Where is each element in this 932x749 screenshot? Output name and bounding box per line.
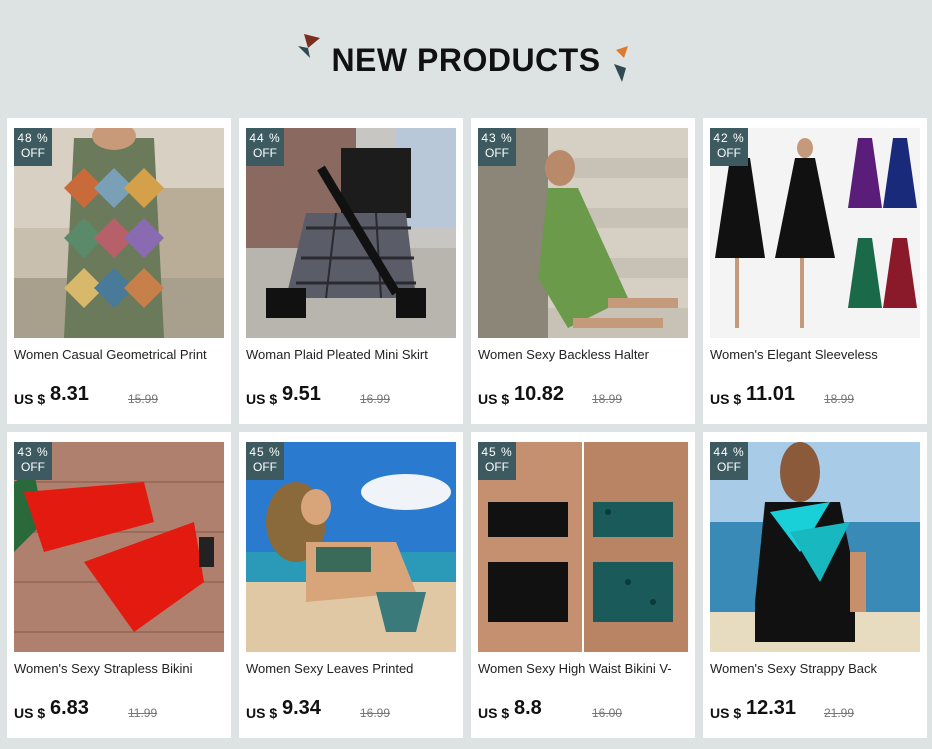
sale-price: 9.34 bbox=[282, 697, 321, 719]
triangle-decoration-right-icon bbox=[614, 46, 628, 82]
price-line: US $ 8.31 15.99 bbox=[14, 382, 224, 412]
product-card[interactable]: 43 % OFF Women's Sexy Strapless Bikini U… bbox=[7, 432, 231, 738]
sale-price: 12.31 bbox=[746, 697, 797, 719]
discount-badge: 43 % OFF bbox=[478, 128, 516, 166]
original-price: 16.00 bbox=[592, 706, 623, 720]
original-price: 21.99 bbox=[824, 706, 855, 720]
price-line: US $ 8.8 16.00 bbox=[478, 696, 688, 726]
currency-label: US $ bbox=[710, 705, 742, 721]
header: NEW PRODUCTS bbox=[0, 0, 932, 110]
sale-price: 8.31 bbox=[50, 383, 89, 405]
product-name[interactable]: Women Sexy High Waist Bikini V- bbox=[478, 661, 688, 676]
discount-badge: 43 % OFF bbox=[14, 442, 52, 480]
discount-percent: 44 % bbox=[713, 445, 745, 459]
discount-off-label: OFF bbox=[717, 146, 741, 160]
discount-percent: 45 % bbox=[249, 445, 281, 459]
discount-off-label: OFF bbox=[253, 146, 277, 160]
product-card[interactable]: 42 % OFF Women's Elegant Sleeveless US $… bbox=[703, 118, 927, 424]
product-name[interactable]: Woman Plaid Pleated Mini Skirt bbox=[246, 347, 456, 362]
product-card[interactable]: 44 % OFF Woman Plaid Pleated Mini Skirt … bbox=[239, 118, 463, 424]
price-line: US $ 6.83 11.99 bbox=[14, 696, 224, 726]
discount-percent: 44 % bbox=[249, 131, 281, 145]
discount-badge: 48 % OFF bbox=[14, 128, 52, 166]
original-price: 16.99 bbox=[360, 706, 391, 720]
discount-off-label: OFF bbox=[485, 460, 509, 474]
product-name[interactable]: Women Casual Geometrical Print bbox=[14, 347, 224, 362]
product-card[interactable]: 48 % OFF Women Casual Geometrical Print … bbox=[7, 118, 231, 424]
discount-off-label: OFF bbox=[21, 146, 45, 160]
original-price: 15.99 bbox=[128, 392, 159, 406]
discount-off-label: OFF bbox=[21, 460, 45, 474]
sale-price: 8.8 bbox=[514, 697, 542, 719]
discount-badge: 44 % OFF bbox=[246, 128, 284, 166]
discount-off-label: OFF bbox=[485, 146, 509, 160]
discount-badge: 45 % OFF bbox=[478, 442, 516, 480]
currency-label: US $ bbox=[478, 391, 510, 407]
currency-label: US $ bbox=[710, 391, 742, 407]
discount-percent: 48 % bbox=[17, 131, 49, 145]
discount-percent: 43 % bbox=[481, 131, 513, 145]
price-line: US $ 9.34 16.99 bbox=[246, 696, 456, 726]
sale-price: 10.82 bbox=[514, 383, 565, 405]
discount-badge: 45 % OFF bbox=[246, 442, 284, 480]
discount-badge: 44 % OFF bbox=[710, 442, 748, 480]
discount-off-label: OFF bbox=[253, 460, 277, 474]
product-card[interactable]: 43 % OFF Women Sexy Backless Halter US $… bbox=[471, 118, 695, 424]
product-name[interactable]: Women Sexy Leaves Printed bbox=[246, 661, 456, 676]
price-line: US $ 10.82 18.99 bbox=[478, 382, 688, 412]
product-name[interactable]: Women's Elegant Sleeveless bbox=[710, 347, 920, 362]
original-price: 18.99 bbox=[592, 392, 623, 406]
price-line: US $ 9.51 16.99 bbox=[246, 382, 456, 412]
currency-label: US $ bbox=[14, 705, 46, 721]
original-price: 11.99 bbox=[128, 706, 158, 720]
page-title: NEW PRODUCTS bbox=[331, 42, 601, 78]
discount-badge: 42 % OFF bbox=[710, 128, 748, 166]
original-price: 18.99 bbox=[824, 392, 855, 406]
discount-percent: 45 % bbox=[481, 445, 513, 459]
sale-price: 6.83 bbox=[50, 697, 89, 719]
product-name[interactable]: Women Sexy Backless Halter bbox=[478, 347, 688, 362]
product-card[interactable]: 45 % OFF Women Sexy Leaves Printed US $ … bbox=[239, 432, 463, 738]
product-card[interactable]: 45 % OFF Women Sexy High Waist Bikini V-… bbox=[471, 432, 695, 738]
product-name[interactable]: Women's Sexy Strappy Back bbox=[710, 661, 920, 676]
currency-label: US $ bbox=[246, 391, 278, 407]
sale-price: 11.01 bbox=[746, 383, 795, 405]
product-name[interactable]: Women's Sexy Strapless Bikini bbox=[14, 661, 224, 676]
price-line: US $ 11.01 18.99 bbox=[710, 382, 920, 412]
discount-percent: 42 % bbox=[713, 131, 745, 145]
sale-price: 9.51 bbox=[282, 383, 321, 405]
product-card[interactable]: 44 % OFF Women's Sexy Strappy Back US $ … bbox=[703, 432, 927, 738]
discount-percent: 43 % bbox=[17, 445, 49, 459]
currency-label: US $ bbox=[478, 705, 510, 721]
currency-label: US $ bbox=[246, 705, 278, 721]
price-line: US $ 12.31 21.99 bbox=[710, 696, 920, 726]
original-price: 16.99 bbox=[360, 392, 391, 406]
currency-label: US $ bbox=[14, 391, 46, 407]
discount-off-label: OFF bbox=[717, 460, 741, 474]
